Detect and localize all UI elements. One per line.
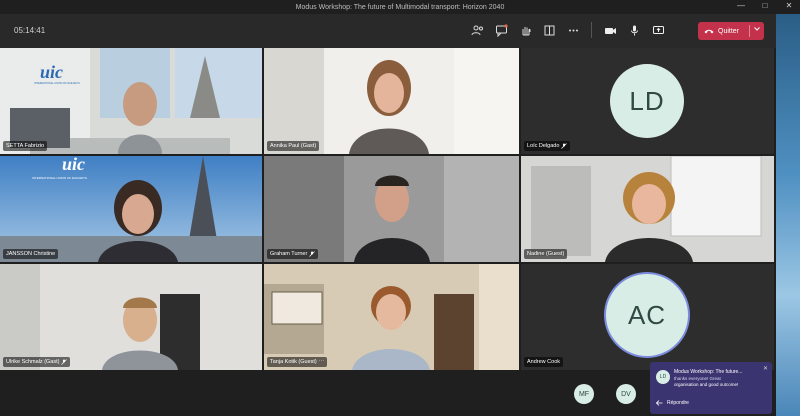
more-icon[interactable]: ⋯	[319, 359, 325, 365]
participant-tile[interactable]: AC Andrew Cook	[521, 264, 774, 370]
participant-name: Nadine (Guest)	[524, 249, 568, 259]
participant-name: JANSSON Christine	[3, 249, 59, 259]
meeting-timer: 05:14:41	[14, 26, 46, 35]
participant-tile[interactable]: Tanja Kotik (Guest) ⋯	[264, 264, 519, 370]
reply-icon	[656, 400, 663, 406]
maximize-icon[interactable]: □	[760, 1, 770, 10]
desktop-background	[776, 14, 800, 416]
video-feed	[0, 156, 262, 262]
participant-tile[interactable]: uic INTERNATIONAL UNION OF RAILWAYS JANS…	[0, 156, 262, 262]
participant-tile[interactable]: Ulrike Schmalz (Gast)	[0, 264, 262, 370]
close-notification-icon[interactable]: ✕	[763, 365, 768, 372]
overflow-avatar[interactable]: DV	[616, 384, 636, 404]
mic-off-icon	[561, 143, 568, 149]
participant-tile[interactable]: LD Loïc Delgado	[521, 48, 774, 154]
raise-hand-icon[interactable]	[517, 22, 533, 38]
participants-icon[interactable]	[469, 22, 485, 38]
camera-icon[interactable]	[602, 22, 618, 38]
video-feed	[264, 264, 519, 370]
participant-name: Annika Paul (Gast)	[267, 141, 320, 151]
mic-off-icon	[61, 359, 68, 365]
chevron-down-icon[interactable]	[754, 27, 760, 31]
chat-icon[interactable]	[493, 22, 509, 38]
notification-avatar: LD	[656, 370, 670, 384]
minimize-icon[interactable]: —	[736, 1, 746, 10]
more-options-icon[interactable]	[565, 22, 581, 38]
toolbar-actions	[469, 22, 666, 38]
window-controls: — □ ✕	[736, 1, 794, 10]
notification-line-2: organisation and good outcome!	[674, 382, 739, 387]
leave-divider	[749, 25, 750, 37]
participant-tile[interactable]: Annika Paul (Gast)	[264, 48, 519, 154]
participant-name: Ulrike Schmalz (Gast)	[3, 357, 71, 367]
mic-off-icon	[309, 251, 316, 257]
window-title: Modus Workshop: The future of Multimodal…	[295, 3, 505, 11]
participant-tile[interactable]: Graham Turner	[264, 156, 519, 262]
participant-name: Loïc Delgado	[524, 141, 571, 151]
close-icon[interactable]: ✕	[784, 1, 794, 10]
video-feed	[521, 156, 774, 262]
title-bar: Modus Workshop: The future of Multimodal…	[0, 0, 800, 14]
microphone-icon[interactable]	[626, 22, 642, 38]
uic-subtitle: INTERNATIONAL UNION OF RAILWAYS	[34, 82, 80, 85]
leave-button[interactable]: Quitter	[698, 22, 764, 40]
avatar: LD	[610, 64, 684, 138]
notification-line-1: thanks everyone! Great	[674, 376, 721, 381]
video-feed	[0, 264, 262, 370]
toolbar-separator	[591, 22, 592, 38]
reply-button[interactable]: Répondre	[656, 400, 689, 406]
participant-tile[interactable]: Nadine (Guest)	[521, 156, 774, 262]
leave-label: Quitter	[718, 27, 740, 35]
meeting-toolbar: 05:14:41 Quitter	[0, 14, 776, 48]
video-feed	[264, 48, 519, 154]
uic-logo: uic	[62, 156, 86, 174]
overflow-avatar[interactable]: MF	[574, 384, 594, 404]
share-screen-icon[interactable]	[650, 22, 666, 38]
participant-tile[interactable]: uic INTERNATIONAL UNION OF RAILWAYS SETT…	[0, 48, 262, 154]
participant-name: Andrew Cook	[524, 357, 564, 367]
uic-logo: uic	[40, 62, 64, 82]
participant-name: Tanja Kotik (Guest) ⋯	[267, 357, 328, 367]
video-feed	[264, 156, 519, 262]
video-grid: uic INTERNATIONAL UNION OF RAILWAYS SETT…	[0, 48, 776, 416]
avatar: AC	[606, 274, 688, 356]
uic-subtitle: INTERNATIONAL UNION OF RAILWAYS	[32, 176, 87, 180]
participant-name: Graham Turner	[267, 249, 319, 259]
rooms-icon[interactable]	[541, 22, 557, 38]
participant-name: SETTA Fabrizio	[3, 141, 48, 151]
chat-notification[interactable]: ✕ LD Modus Workshop: The future... thank…	[650, 362, 772, 414]
phone-hangup-icon	[704, 29, 714, 34]
notification-title: Modus Workshop: The future...	[674, 369, 743, 375]
